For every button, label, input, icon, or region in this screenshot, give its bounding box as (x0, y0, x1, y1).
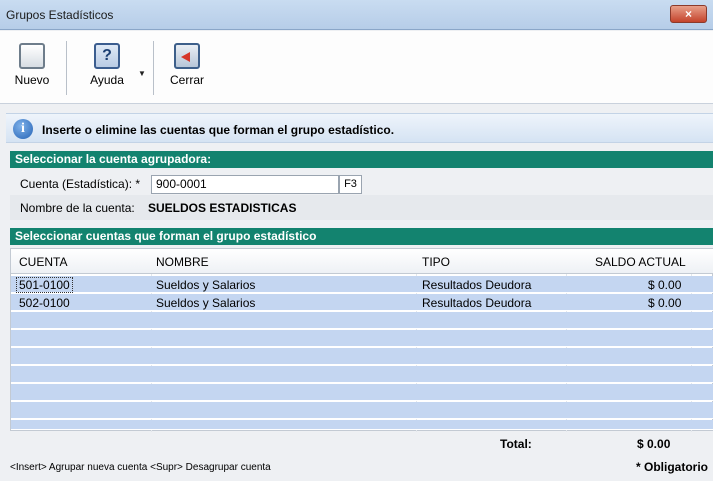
cell-saldo: $ 0.00 (648, 296, 682, 310)
table-row[interactable]: 501-0100 Sueldos y Salarios Resultados D… (11, 276, 713, 293)
cerrar-label: Cerrar (169, 73, 204, 87)
cell-nombre: Sueldos y Salarios (156, 278, 256, 292)
table-row[interactable] (11, 366, 713, 383)
toolbar-separator (66, 41, 67, 95)
table-row[interactable]: 502-0100 Sueldos y Salarios Resultados D… (11, 294, 713, 311)
required-note: * Obligatorio (636, 460, 708, 474)
cell-cuenta: 502-0100 (19, 296, 70, 310)
table-row[interactable] (11, 330, 713, 347)
total-value: $ 0.00 (637, 437, 671, 451)
cerrar-button[interactable]: Cerrar (165, 43, 209, 87)
table-row[interactable] (11, 348, 713, 365)
cuenta-label: Cuenta (Estadística): * (20, 177, 141, 191)
column-header-tipo[interactable]: TIPO (422, 255, 450, 269)
info-banner: i Inserte o elimine las cuentas que form… (6, 113, 713, 143)
close-icon: × (684, 7, 692, 21)
nombre-label: Nombre de la cuenta: (20, 201, 135, 215)
nombre-value: SUELDOS ESTADISTICAS (148, 201, 297, 215)
nombre-row: Nombre de la cuenta: SUELDOS ESTADISTICA… (10, 195, 713, 220)
nuevo-button[interactable]: Nuevo (6, 43, 58, 87)
cell-cuenta[interactable]: 501-0100 (16, 277, 73, 293)
section-header-grupo: Seleccionar cuentas que forman el grupo … (10, 228, 713, 245)
toolbar-separator (153, 41, 154, 95)
cell-nombre: Sueldos y Salarios (156, 296, 256, 310)
cell-tipo: Resultados Deudora (422, 296, 532, 310)
info-icon: i (13, 119, 33, 139)
cell-saldo: $ 0.00 (648, 278, 682, 292)
title-bar: Grupos Estadísticos × (0, 0, 713, 30)
keyboard-hint: <Insert> Agrupar nueva cuenta <Supr> Des… (10, 462, 271, 473)
column-header-saldo[interactable]: SALDO ACTUAL (595, 255, 686, 269)
ayuda-button[interactable]: ? Ayuda (82, 43, 132, 87)
column-header-cuenta[interactable]: CUENTA (19, 255, 67, 269)
table-row[interactable] (11, 384, 713, 401)
cuenta-input[interactable]: 900-0001 (151, 175, 339, 194)
column-header-nombre[interactable]: NOMBRE (156, 255, 209, 269)
close-window-button[interactable]: × (670, 5, 707, 23)
toolbar: Nuevo ? Ayuda ▼ Cerrar (0, 31, 713, 104)
help-icon: ? (94, 43, 120, 69)
f3-lookup-button[interactable]: F3 (339, 175, 362, 194)
total-label: Total: (500, 437, 532, 451)
section-header-cuenta: Seleccionar la cuenta agrupadora: (10, 151, 713, 168)
window-title: Grupos Estadísticos (6, 8, 114, 22)
chevron-down-icon[interactable]: ▼ (138, 69, 146, 78)
new-document-icon (19, 43, 45, 69)
exit-icon (174, 43, 200, 69)
table-row[interactable] (11, 402, 713, 419)
table-row[interactable] (11, 420, 713, 430)
table-row[interactable] (11, 312, 713, 329)
ayuda-label: Ayuda (90, 73, 124, 87)
info-text: Inserte o elimine las cuentas que forman… (42, 123, 395, 137)
cell-tipo: Resultados Deudora (422, 278, 532, 292)
nuevo-label: Nuevo (14, 73, 50, 87)
table-header: CUENTA NOMBRE TIPO SALDO ACTUAL (11, 249, 713, 274)
accounts-table[interactable]: CUENTA NOMBRE TIPO SALDO ACTUAL 501-0100… (10, 248, 713, 432)
